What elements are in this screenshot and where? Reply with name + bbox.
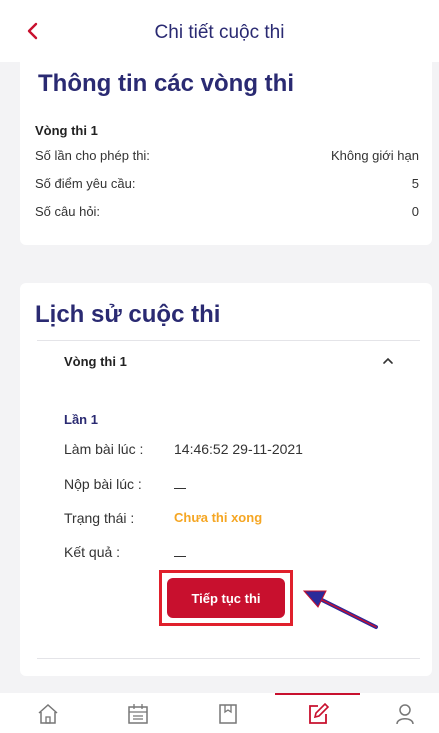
info-value: 0 [411, 204, 419, 219]
user-icon[interactable] [392, 701, 420, 727]
active-indicator [275, 693, 360, 695]
history-heading: Lịch sử cuộc thi [35, 301, 221, 328]
info-label: Số điểm yêu cầu: [35, 176, 136, 191]
continue-button[interactable]: Tiếp tục thi [167, 578, 285, 618]
accordion-title[interactable]: Vòng thi 1 [64, 354, 127, 369]
bottom-nav [0, 693, 439, 733]
page-title: Chi tiết cuộc thi [154, 22, 285, 43]
started-row: Làm bài lúc : 14:46:52 29-11-2021 [64, 441, 303, 457]
status-value: Chưa thi xong [174, 510, 263, 525]
info-label: Số câu hỏi: [35, 204, 101, 219]
started-label: Làm bài lúc : [64, 441, 144, 457]
edit-icon[interactable] [305, 701, 333, 727]
rounds-info-card: Thông tin các vòng thi Vòng thi 1 Số lần… [20, 62, 432, 245]
submitted-label: Nộp bài lúc : [64, 476, 142, 492]
divider [37, 340, 420, 341]
attempt-label: Lần 1 [64, 412, 98, 427]
header: Chi tiết cuộc thi [0, 0, 439, 62]
info-row-required-score: Số điểm yêu cầu: 5 [35, 176, 419, 191]
info-value: 5 [411, 176, 419, 191]
highlight-frame: Tiếp tục thi [159, 570, 293, 626]
status-label: Trạng thái : [64, 510, 135, 526]
rounds-info-heading: Thông tin các vòng thi [38, 70, 294, 97]
started-value: 14:46:52 29-11-2021 [174, 441, 303, 457]
divider [37, 658, 420, 659]
result-label: Kết quả : [64, 544, 121, 560]
submitted-row: Nộp bài lúc : [64, 476, 186, 492]
result-value-empty [174, 544, 186, 560]
annotation-arrow-icon [302, 590, 378, 629]
home-icon[interactable] [35, 701, 63, 727]
info-label: Số lần cho phép thi: [35, 148, 150, 163]
book-icon[interactable] [215, 701, 243, 727]
chevron-up-icon[interactable] [380, 353, 396, 369]
info-row-attempts: Số lần cho phép thi: Không giới hạn [35, 148, 419, 163]
calendar-icon[interactable] [125, 701, 153, 727]
round-name: Vòng thi 1 [35, 123, 98, 138]
submitted-value-empty [174, 476, 186, 492]
info-value: Không giới hạn [330, 148, 419, 163]
status-row: Trạng thái : Chưa thi xong [64, 510, 262, 526]
info-row-questions: Số câu hỏi: 0 [35, 204, 419, 219]
result-row: Kết quả : [64, 544, 186, 560]
